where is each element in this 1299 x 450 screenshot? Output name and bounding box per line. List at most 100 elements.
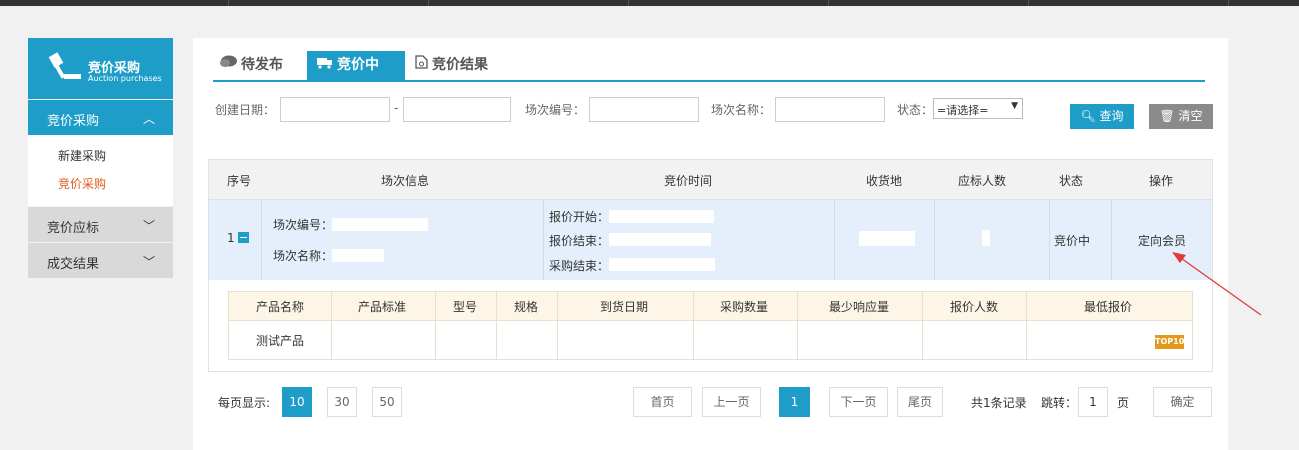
chevron-down-icon: ﹀ (142, 255, 155, 269)
quote-start-label: 报价开始： (549, 210, 610, 224)
session-no-field-label: 场次编号： (273, 218, 334, 232)
session-name-field-label: 场次名称： (273, 249, 334, 263)
pagination: 每页显示: 10 30 50 首页 上一页 1 下一页 尾页 共1条记录 跳转：… (193, 387, 1228, 417)
chevron-up-icon: ︿ (142, 112, 155, 126)
created-date-start-input[interactable] (280, 97, 390, 122)
session-name-label: 场次名称： (711, 103, 772, 117)
sub-header-spec: 规格 (514, 300, 539, 314)
filter-bar: 创建日期： - 场次编号： 场次名称： 状态： =请选择= ▼ 🔍︎ 查询 🗑︎… (215, 97, 1215, 137)
header-status: 状态 (1059, 174, 1084, 188)
jump-page-input[interactable]: 1 (1078, 387, 1108, 417)
per-page-30[interactable]: 30 (327, 387, 357, 417)
caret-down-icon: ▼ (1011, 101, 1018, 111)
search-button[interactable]: 🔍︎ 查询 (1070, 104, 1134, 129)
product-name-cell: 测试产品 (256, 334, 305, 348)
header-action: 操作 (1149, 174, 1174, 188)
gavel-icon (48, 52, 81, 79)
tab-results[interactable]: 竞价结果 (415, 51, 525, 80)
collapse-icon[interactable] (237, 232, 249, 243)
sidebar-section-auction-purchase[interactable]: 竞价采购 ︿ (28, 100, 173, 135)
confirm-jump-button[interactable]: 确定 (1153, 387, 1212, 417)
clear-button[interactable]: 🗑︎ 清空 (1149, 104, 1213, 129)
sub-header-arrival-date: 到货日期 (600, 300, 649, 314)
row-index: 1 (227, 231, 249, 245)
next-page-button[interactable]: 下一页 (829, 387, 888, 417)
date-range-dash: - (394, 101, 399, 115)
purchase-end-label: 采购结束： (549, 259, 610, 273)
sub-header-min-response: 最少响应量 (829, 300, 890, 314)
tab-bidding[interactable]: 竞价中 (307, 51, 405, 80)
jump-label: 跳转： (1041, 396, 1078, 410)
top10-badge[interactable]: TOP10 (1155, 335, 1184, 349)
chat-bubble-icon (219, 51, 237, 80)
sidebar-item-auction-purchase[interactable]: 竞价采购 (28, 170, 173, 198)
created-date-end-input[interactable] (403, 97, 511, 122)
prev-page-button[interactable]: 上一页 (702, 387, 761, 417)
session-no-label: 场次编号： (525, 103, 586, 117)
tab-pending[interactable]: 待发布 (219, 51, 309, 80)
clear-button-label: 清空 (1178, 109, 1203, 123)
truck-icon (317, 51, 333, 80)
header-bidder-count: 应标人数 (958, 174, 1007, 188)
quote-start-value (609, 210, 714, 223)
sub-header-product-standard: 产品标准 (358, 300, 407, 314)
purchase-end-value (609, 258, 715, 271)
per-page-10[interactable]: 10 (282, 387, 312, 417)
session-name-input[interactable] (775, 97, 885, 122)
header-index: 序号 (227, 174, 252, 188)
search-icon: 🔍︎ (1080, 109, 1096, 123)
session-no-input[interactable] (589, 97, 699, 122)
sidebar-section-deal-results[interactable]: 成交结果 ﹀ (28, 243, 173, 278)
sidebar-submenu: 新建采购 竞价采购 (28, 135, 173, 206)
tab-label: 竞价结果 (432, 57, 488, 73)
sidebar-section-label: 竞价采购 (47, 114, 100, 129)
status-select[interactable]: =请选择= ▼ (933, 98, 1023, 119)
sub-header-quantity: 采购数量 (720, 300, 769, 314)
sidebar: 竞价采购 Auction purchases 竞价采购 ︿ 新建采购 竞价采购 … (28, 38, 173, 278)
header-delivery-place: 收货地 (866, 174, 903, 188)
session-name-value (332, 249, 384, 262)
delivery-place-value (859, 231, 915, 246)
sub-header-lowest-quote: 最低报价 (1084, 300, 1133, 314)
sidebar-logo: 竞价采购 Auction purchases (28, 38, 173, 99)
document-icon (415, 51, 428, 80)
first-page-button[interactable]: 首页 (633, 387, 692, 417)
tab-label: 待发布 (241, 57, 283, 73)
table-row: 1 场次编号： 场次名称： 报价开始： 报价结束： 采购结束： 竞价中 定向会员 (209, 200, 1212, 280)
sidebar-subtitle: Auction purchases (88, 74, 162, 83)
search-button-label: 查询 (1099, 109, 1124, 123)
subtable-header: 产品名称 产品标准 型号 规格 到货日期 采购数量 最少响应量 报价人数 最低报… (229, 292, 1192, 321)
status-select-value: =请选择= (937, 104, 989, 117)
bidder-count-value (982, 230, 990, 246)
sidebar-section-auction-bid[interactable]: 竞价应标 ﹀ (28, 207, 173, 242)
session-no-value (332, 218, 428, 231)
tab-label: 竞价中 (337, 57, 379, 73)
sub-header-quote-count: 报价人数 (950, 300, 999, 314)
quote-end-label: 报价结束： (549, 234, 610, 248)
directed-member-link[interactable]: 定向会员 (1138, 232, 1186, 249)
header-bid-time: 竞价时间 (664, 174, 713, 188)
sidebar-section-label: 竞价应标 (47, 221, 100, 236)
tab-bar: 待发布 竞价中 竞价结果 (213, 51, 1205, 82)
row-status: 竞价中 (1054, 234, 1091, 248)
trash-icon: 🗑︎ (1159, 109, 1175, 123)
product-subtable: 产品名称 产品标准 型号 规格 到货日期 采购数量 最少响应量 报价人数 最低报… (228, 291, 1193, 360)
header-session-info: 场次信息 (381, 174, 430, 188)
sidebar-item-new-purchase[interactable]: 新建采购 (28, 142, 173, 170)
auction-table: 序号 场次信息 竞价时间 收货地 应标人数 状态 操作 1 场次编号： 场次名称… (208, 159, 1213, 372)
total-records: 共1条记录 (971, 396, 1027, 410)
created-date-label: 创建日期： (215, 103, 276, 117)
quote-end-value (609, 233, 711, 246)
status-label: 状态： (897, 103, 934, 117)
page-1-button[interactable]: 1 (779, 387, 810, 417)
sub-header-model: 型号 (453, 300, 478, 314)
sidebar-section-label: 成交结果 (47, 257, 100, 272)
top-bar (0, 0, 1299, 6)
last-page-button[interactable]: 尾页 (897, 387, 943, 417)
table-header: 序号 场次信息 竞价时间 收货地 应标人数 状态 操作 (209, 160, 1212, 200)
chevron-down-icon: ﹀ (142, 219, 155, 233)
sub-header-product-name: 产品名称 (256, 300, 305, 314)
main-panel: 待发布 竞价中 竞价结果 创建日期： - 场次编号： 场次名称： 状态： =请选… (193, 38, 1228, 450)
per-page-50[interactable]: 50 (372, 387, 402, 417)
page-unit-label: 页 (1117, 396, 1130, 410)
